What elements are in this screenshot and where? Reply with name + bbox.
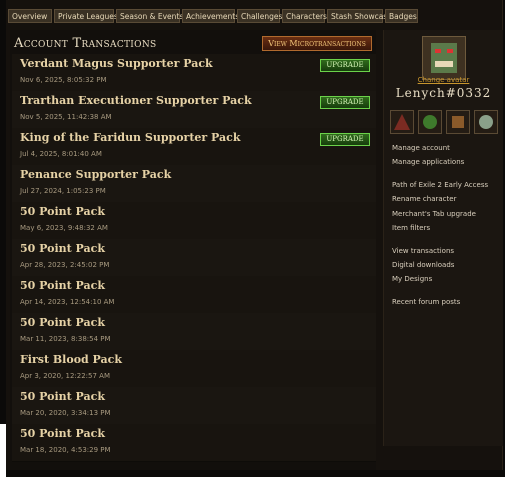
transaction-date: Mar 18, 2020, 4:53:29 PM: [20, 446, 111, 454]
transaction-date: Nov 5, 2025, 11:42:38 AM: [20, 113, 112, 121]
change-avatar-link[interactable]: Change avatar: [384, 76, 503, 84]
view-microtransactions-button[interactable]: View Microtransactions: [262, 36, 372, 51]
tab-stash-showcase[interactable]: Stash Showcase: [327, 9, 392, 23]
transaction-date: Mar 11, 2023, 8:38:54 PM: [20, 335, 111, 343]
account-name: Lenych#0332: [395, 86, 492, 100]
transaction-row: 50 Point Pack Mar 11, 2023, 8:38:54 PM: [12, 313, 376, 351]
merchant-tab-upgrade-link[interactable]: Merchant's Tab upgrade: [392, 210, 476, 218]
transactions-panel: Account Transactions View Microtransacti…: [10, 30, 376, 470]
transaction-date: May 6, 2023, 9:48:32 AM: [20, 224, 108, 232]
upgrade-button[interactable]: UPGRADE: [320, 96, 370, 109]
transaction-date: Apr 14, 2023, 12:54:10 AM: [20, 298, 115, 306]
transaction-title: First Blood Pack: [20, 353, 122, 366]
manage-account-link[interactable]: Manage account: [392, 144, 450, 152]
transaction-title: Trarthan Executioner Supporter Pack: [20, 94, 252, 107]
tab-characters[interactable]: Characters: [282, 9, 327, 23]
transaction-date: Apr 28, 2023, 2:45:02 PM: [20, 261, 110, 269]
tab-badges[interactable]: Badges: [385, 9, 418, 23]
upgrade-button[interactable]: UPGRADE: [320, 133, 370, 146]
transaction-date: Nov 6, 2025, 8:05:32 PM: [20, 76, 107, 84]
transaction-date: Jul 4, 2025, 8:01:40 AM: [20, 150, 102, 158]
my-designs-link[interactable]: My Designs: [392, 275, 432, 283]
transaction-title: 50 Point Pack: [20, 279, 105, 292]
transaction-title: 50 Point Pack: [20, 316, 105, 329]
transaction-row: 50 Point Pack Apr 14, 2023, 12:54:10 AM: [12, 276, 376, 314]
tab-private-leagues[interactable]: Private Leagues: [54, 9, 118, 23]
transaction-title: 50 Point Pack: [20, 427, 105, 440]
tab-overview[interactable]: Overview: [8, 9, 52, 23]
view-transactions-link[interactable]: View transactions: [392, 247, 454, 255]
transaction-title: 50 Point Pack: [20, 390, 105, 403]
rename-character-link[interactable]: Rename character: [392, 195, 456, 203]
transaction-title: Penance Supporter Pack: [20, 168, 172, 181]
manage-applications-link[interactable]: Manage applications: [392, 158, 464, 166]
nav-tabs: Overview Private Leagues Season & Events…: [6, 9, 502, 25]
transaction-title: 50 Point Pack: [20, 242, 105, 255]
transaction-row: 50 Point Pack Apr 28, 2023, 2:45:02 PM: [12, 239, 376, 277]
transaction-row: 50 Point Pack Mar 18, 2020, 4:53:29 PM: [12, 424, 376, 462]
transaction-row: Verdant Magus Supporter Pack Nov 6, 2025,…: [12, 54, 376, 92]
badge-icon[interactable]: [390, 110, 414, 134]
transaction-title: King of the Faridun Supporter Pack: [20, 131, 241, 144]
transaction-title: Verdant Magus Supporter Pack: [20, 57, 213, 70]
transaction-row: Penance Supporter Pack Jul 27, 2024, 1:05…: [12, 165, 376, 203]
recent-forum-posts-link[interactable]: Recent forum posts: [392, 298, 460, 306]
page: Overview Private Leagues Season & Events…: [6, 0, 503, 470]
tab-challenges[interactable]: Challenges: [237, 9, 282, 23]
transaction-row: King of the Faridun Supporter Pack Jul 4,…: [12, 128, 376, 166]
badge-icon[interactable]: [418, 110, 442, 134]
upgrade-button[interactable]: UPGRADE: [320, 59, 370, 72]
poe2-early-access-link[interactable]: Path of Exile 2 Early Access: [392, 181, 488, 189]
digital-downloads-link[interactable]: Digital downloads: [392, 261, 454, 269]
sidebar: Change avatar Lenych#0332 Manage account…: [383, 30, 503, 446]
badge-icon[interactable]: [474, 110, 498, 134]
transaction-title: 50 Point Pack: [20, 205, 105, 218]
tab-season-events[interactable]: Season & Events: [116, 9, 183, 23]
transaction-date: Apr 3, 2020, 12:22:57 AM: [20, 372, 110, 380]
tab-achievements[interactable]: Achievements: [182, 9, 239, 23]
transaction-row: First Blood Pack Apr 3, 2020, 12:22:57 AM: [12, 350, 376, 388]
transaction-row: Trarthan Executioner Supporter Pack Nov 5…: [12, 91, 376, 129]
badge-icon[interactable]: [446, 110, 470, 134]
item-filters-link[interactable]: Item filters: [392, 224, 430, 232]
transaction-date: Jul 27, 2024, 1:05:23 PM: [20, 187, 106, 195]
transaction-date: Mar 20, 2020, 3:34:13 PM: [20, 409, 111, 417]
avatar[interactable]: [422, 36, 466, 80]
page-title: Account Transactions: [14, 36, 157, 51]
transaction-row: 50 Point Pack Mar 20, 2020, 3:34:13 PM: [12, 387, 376, 425]
transaction-row: 50 Point Pack May 6, 2023, 9:48:32 AM: [12, 202, 376, 240]
